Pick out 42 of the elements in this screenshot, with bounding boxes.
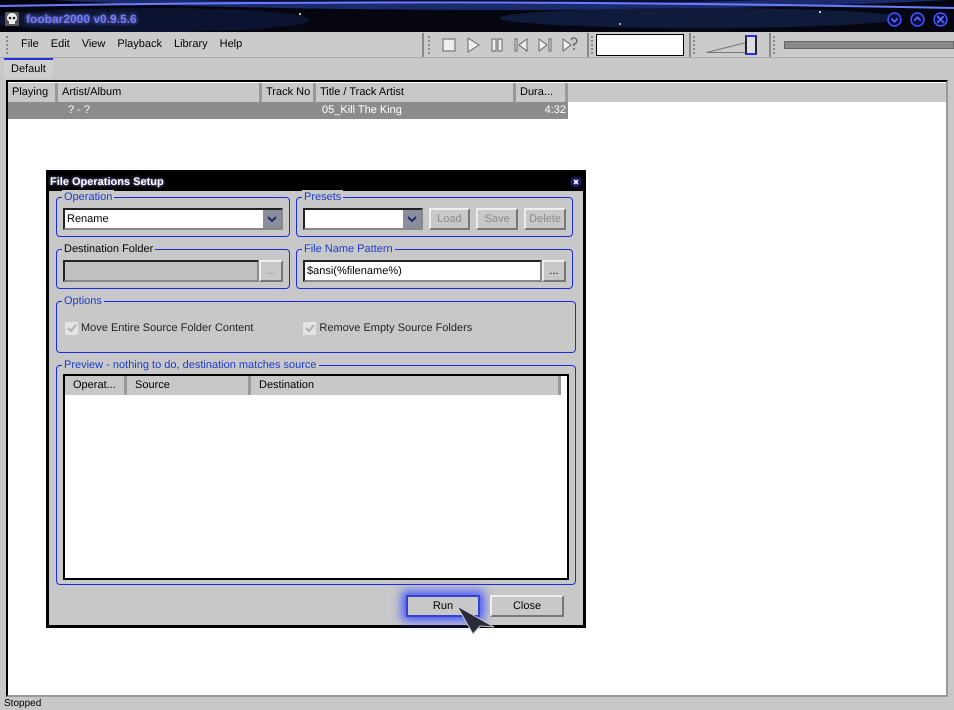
menu-item[interactable]: Help <box>214 34 248 55</box>
button: Delete <box>524 208 566 230</box>
cell-text: 4:32 <box>544 103 566 118</box>
field-value: Rename <box>66 212 110 227</box>
button: Save <box>476 208 518 230</box>
browse-button[interactable]: ... <box>542 260 566 282</box>
menu-item[interactable]: Edit <box>44 34 76 55</box>
volume-thumb[interactable] <box>745 34 758 54</box>
menu-item[interactable]: File <box>15 34 45 55</box>
seek-field[interactable] <box>596 34 684 56</box>
presets-dropdown[interactable] <box>303 208 422 230</box>
cell-text: 05_Kill The King <box>322 103 402 118</box>
previous-button[interactable] <box>512 36 530 54</box>
maximize-button[interactable] <box>910 12 925 27</box>
menu-item[interactable]: View <box>76 34 112 55</box>
stop-button[interactable] <box>440 36 458 54</box>
seek-bar[interactable] <box>784 40 954 48</box>
menu-item[interactable]: Playback <box>111 34 168 55</box>
dialog-title: File Operations Setup <box>50 174 164 190</box>
pattern-field[interactable]: $ansi(%filename%) <box>303 260 542 282</box>
button: Load <box>428 208 470 230</box>
volume-slider[interactable] <box>704 34 760 56</box>
group-label: Operation <box>62 190 114 204</box>
checkbox-label: Remove Empty Source Folders <box>319 320 472 336</box>
next-button[interactable] <box>536 36 554 54</box>
close-button[interactable] <box>570 176 582 188</box>
column-header[interactable]: Operat... <box>65 376 127 395</box>
group-label: Options <box>62 294 104 308</box>
random-button[interactable] <box>560 36 578 54</box>
window-title: foobar2000 v0.9.5.6 <box>26 11 137 28</box>
column-header[interactable]: Destination <box>251 376 561 395</box>
playlist-tab[interactable]: Default <box>4 58 53 78</box>
operation-dropdown[interactable]: Rename <box>63 208 283 230</box>
dialog-button[interactable]: Close <box>490 595 564 617</box>
minimize-button[interactable] <box>887 12 902 27</box>
group-label: Preview - nothing to do, destination matches source <box>62 358 319 372</box>
skull-icon <box>4 11 20 27</box>
cell-text: ? - ? <box>67 103 90 118</box>
column-header[interactable]: Source <box>127 376 251 395</box>
dialog-button[interactable]: Run <box>406 595 480 617</box>
checkbox-label: Move Entire Source Folder Content <box>81 320 254 336</box>
menu-item[interactable]: Library <box>168 34 214 55</box>
